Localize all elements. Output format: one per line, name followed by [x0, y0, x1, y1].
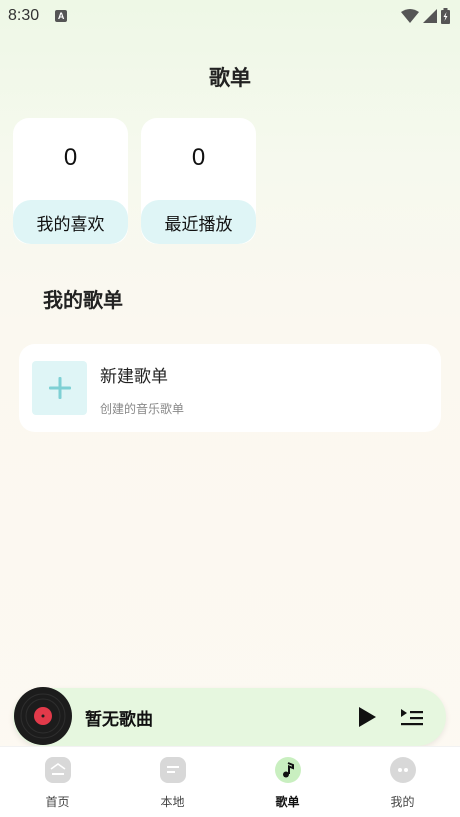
tab-playlists[interactable]: 歌单 — [230, 747, 345, 817]
my-likes-card[interactable]: 0 我的喜欢 — [13, 118, 128, 244]
tab-label: 首页 — [45, 795, 70, 809]
music-note-icon — [274, 757, 301, 783]
status-bar: 8:30 A — [0, 0, 460, 32]
face-icon — [389, 757, 416, 783]
mini-player[interactable]: 暂无歌曲 — [13, 687, 446, 746]
home-icon — [44, 757, 71, 783]
song-title: 暂无歌曲 — [85, 710, 153, 730]
tab-local[interactable]: 本地 — [115, 747, 230, 817]
new-playlist-item[interactable]: 新建歌单 创建的音乐歌单 — [19, 344, 441, 432]
recent-plays-card[interactable]: 0 最近播放 — [141, 118, 256, 244]
tab-label: 我的 — [390, 795, 415, 809]
tab-mine[interactable]: 我的 — [345, 747, 460, 817]
likes-label: 我的喜欢 — [13, 200, 128, 244]
recent-count: 0 — [191, 144, 206, 171]
playlist-desc: 创建的音乐歌单 — [100, 402, 185, 416]
status-time: 8:30 — [8, 7, 40, 24]
wifi-icon — [401, 9, 419, 23]
tab-label: 歌单 — [275, 795, 300, 809]
tab-home[interactable]: 首页 — [0, 747, 115, 817]
local-file-icon — [159, 757, 186, 783]
playlist-name: 新建歌单 — [100, 367, 168, 387]
plus-button[interactable] — [32, 361, 87, 415]
signal-icon — [423, 9, 437, 23]
page-title: 歌单 — [209, 66, 251, 90]
tab-label: 本地 — [160, 795, 185, 809]
notification-icon: A — [55, 10, 68, 22]
likes-count: 0 — [63, 144, 78, 171]
section-title: 我的歌单 — [43, 288, 123, 312]
plus-icon — [48, 377, 71, 399]
playlist-queue-icon[interactable] — [399, 704, 425, 730]
play-icon[interactable] — [355, 704, 379, 730]
recent-label: 最近播放 — [141, 200, 256, 244]
bottom-tab-bar: 首页 本地 歌单 我的 — [0, 746, 460, 817]
vinyl-disc-icon — [14, 687, 72, 745]
battery-icon — [441, 8, 450, 24]
